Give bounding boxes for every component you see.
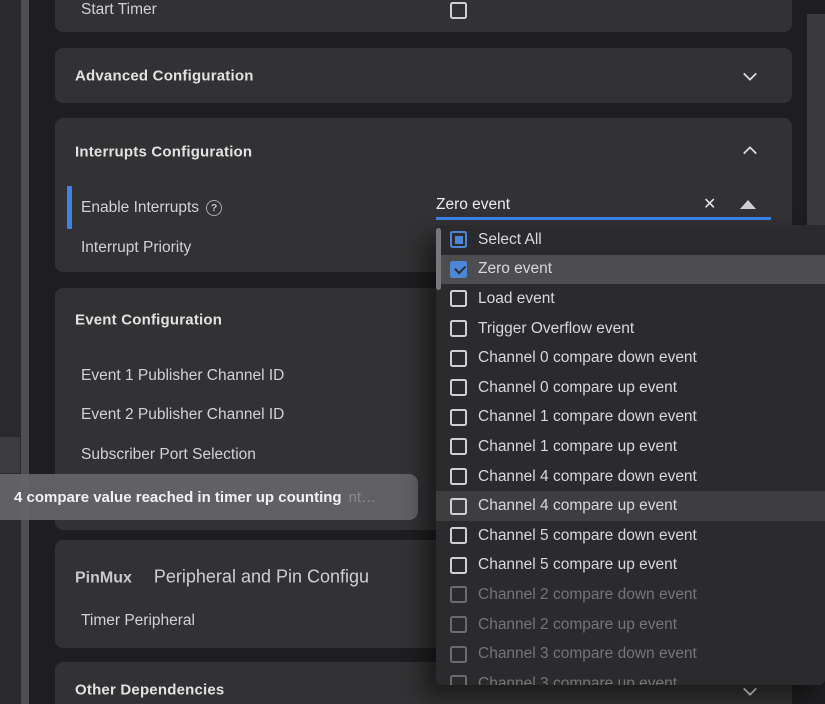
start-timer-label: Start Timer [81,1,157,19]
event1-publisher-label-text: Event 1 Publisher Channel ID [81,367,284,385]
dropdown-option-label: Channel 2 compare down event [478,586,697,604]
help-icon[interactable]: ? [206,200,222,216]
start-timer-checkbox[interactable] [450,2,467,19]
checkbox-icon[interactable] [450,586,467,603]
dropdown-option[interactable]: Select All [436,225,825,255]
checkbox-icon[interactable] [450,231,467,248]
dropdown-option-label: Trigger Overflow event [478,320,634,338]
chevron-down-icon[interactable] [745,71,756,82]
dropdown-option[interactable]: Channel 0 compare down event [436,343,825,373]
dropdown-option-label: Channel 2 compare up event [478,616,677,634]
dropdown-option-label: Load event [478,290,555,308]
start-timer-card: Start Timer [55,0,792,32]
obscured-text-fragment: nt… [349,489,377,506]
dropdown-option[interactable]: Zero event [436,255,825,285]
dropdown-option-label: Channel 3 compare up event [478,675,677,685]
modified-field-indicator [67,186,72,229]
dropdown-option-label: Zero event [478,260,552,278]
dropdown-option[interactable]: Channel 1 compare up event [436,432,825,462]
event-configuration-title: Event Configuration [75,312,222,329]
dropdown-option-label: Channel 1 compare up event [478,438,677,456]
checkbox-icon[interactable] [450,527,467,544]
checkbox-icon[interactable] [450,616,467,633]
tooltip-text: 4 compare value reached in timer up coun… [14,489,342,506]
tooltip: 4 compare value reached in timer up coun… [0,474,418,520]
pinmux-label: PinMux [75,570,132,588]
timer-peripheral-label-text: Timer Peripheral [81,612,195,630]
dropdown-option-label: Channel 5 compare down event [478,527,697,545]
advanced-configuration-card[interactable]: Advanced Configuration [55,48,792,103]
chevron-up-icon[interactable] [745,144,756,155]
field-focus-underline [436,217,771,220]
timer-peripheral-label: Timer Peripheral [81,612,195,630]
dropdown-option-label: Channel 0 compare up event [478,379,677,397]
checkbox-icon[interactable] [450,438,467,455]
checkbox-icon[interactable] [450,290,467,307]
advanced-configuration-title: Advanced Configuration [75,68,254,85]
interrupt-priority-label-text: Interrupt Priority [81,239,191,257]
interrupts-configuration-title: Interrupts Configuration [75,144,252,161]
dropdown-option-list: Select All Zero event Load event Trigger… [436,225,825,685]
checkbox-icon[interactable] [450,468,467,485]
dropdown-option[interactable]: Channel 1 compare down event [436,403,825,433]
checkbox-icon[interactable] [450,409,467,426]
dropdown-option[interactable]: Channel 5 compare up event [436,551,825,581]
event2-publisher-label-text: Event 2 Publisher Channel ID [81,406,284,424]
dropdown-option[interactable]: Channel 4 compare up event [436,491,825,521]
subscriber-port-label: Subscriber Port Selection [81,446,256,464]
other-dependencies-title: Other Dependencies [75,682,224,699]
left-rail [0,0,21,704]
dropdown-option-label: Channel 3 compare down event [478,645,697,663]
left-rail-fragment [0,437,20,473]
checkbox-icon[interactable] [450,350,467,367]
dropdown-option-label: Channel 1 compare down event [478,408,697,426]
device-configurator-screen: Start Timer Advanced Configuration Inter… [0,0,825,704]
pinmux-title: Peripheral and Pin Configu [154,567,369,588]
dropdown-option-label: Channel 4 compare up event [478,497,677,515]
event1-publisher-label: Event 1 Publisher Channel ID [81,367,284,385]
dropdown-option[interactable]: Channel 3 compare up event [436,669,825,685]
vertical-scrollbar-thumb[interactable] [807,14,825,225]
interrupt-priority-label: Interrupt Priority [81,239,191,257]
enable-interrupts-field-value[interactable]: Zero event [436,196,510,214]
event2-publisher-label: Event 2 Publisher Channel ID [81,406,284,424]
dropdown-scrollbar-thumb[interactable] [436,228,441,290]
dropdown-option[interactable]: Trigger Overflow event [436,314,825,344]
checkbox-icon[interactable] [450,646,467,663]
dropdown-option[interactable]: Channel 2 compare down event [436,580,825,610]
dropdown-option[interactable]: Channel 5 compare down event [436,521,825,551]
dropdown-option-label: Channel 4 compare down event [478,468,697,486]
enable-interrupts-label-text: Enable Interrupts [81,199,199,217]
dropdown-option-label: Select All [478,231,542,249]
dropdown-option-label: Channel 5 compare up event [478,556,677,574]
interrupt-events-dropdown: Select All Zero event Load event Trigger… [436,225,825,685]
dropdown-option[interactable]: Channel 3 compare down event [436,639,825,669]
checkbox-icon[interactable] [450,320,467,337]
dropdown-option-label: Channel 0 compare down event [478,349,697,367]
clear-selection-icon[interactable]: ✕ [703,197,716,213]
checkbox-icon[interactable] [450,498,467,515]
start-timer-label-text: Start Timer [81,1,157,19]
left-splitter-handle[interactable] [21,0,29,704]
dropdown-collapse-icon[interactable] [740,200,756,209]
checkbox-icon[interactable] [450,557,467,574]
enable-interrupts-label: Enable Interrupts ? [81,199,222,217]
checkbox-icon[interactable] [450,675,467,685]
checkbox-icon[interactable] [450,261,467,278]
chevron-down-icon[interactable] [745,686,756,697]
dropdown-option[interactable]: Channel 2 compare up event [436,610,825,640]
dropdown-option[interactable]: Channel 0 compare up event [436,373,825,403]
checkbox-icon[interactable] [450,379,467,396]
subscriber-port-label-text: Subscriber Port Selection [81,446,256,464]
dropdown-option[interactable]: Load event [436,284,825,314]
dropdown-option[interactable]: Channel 4 compare down event [436,462,825,492]
